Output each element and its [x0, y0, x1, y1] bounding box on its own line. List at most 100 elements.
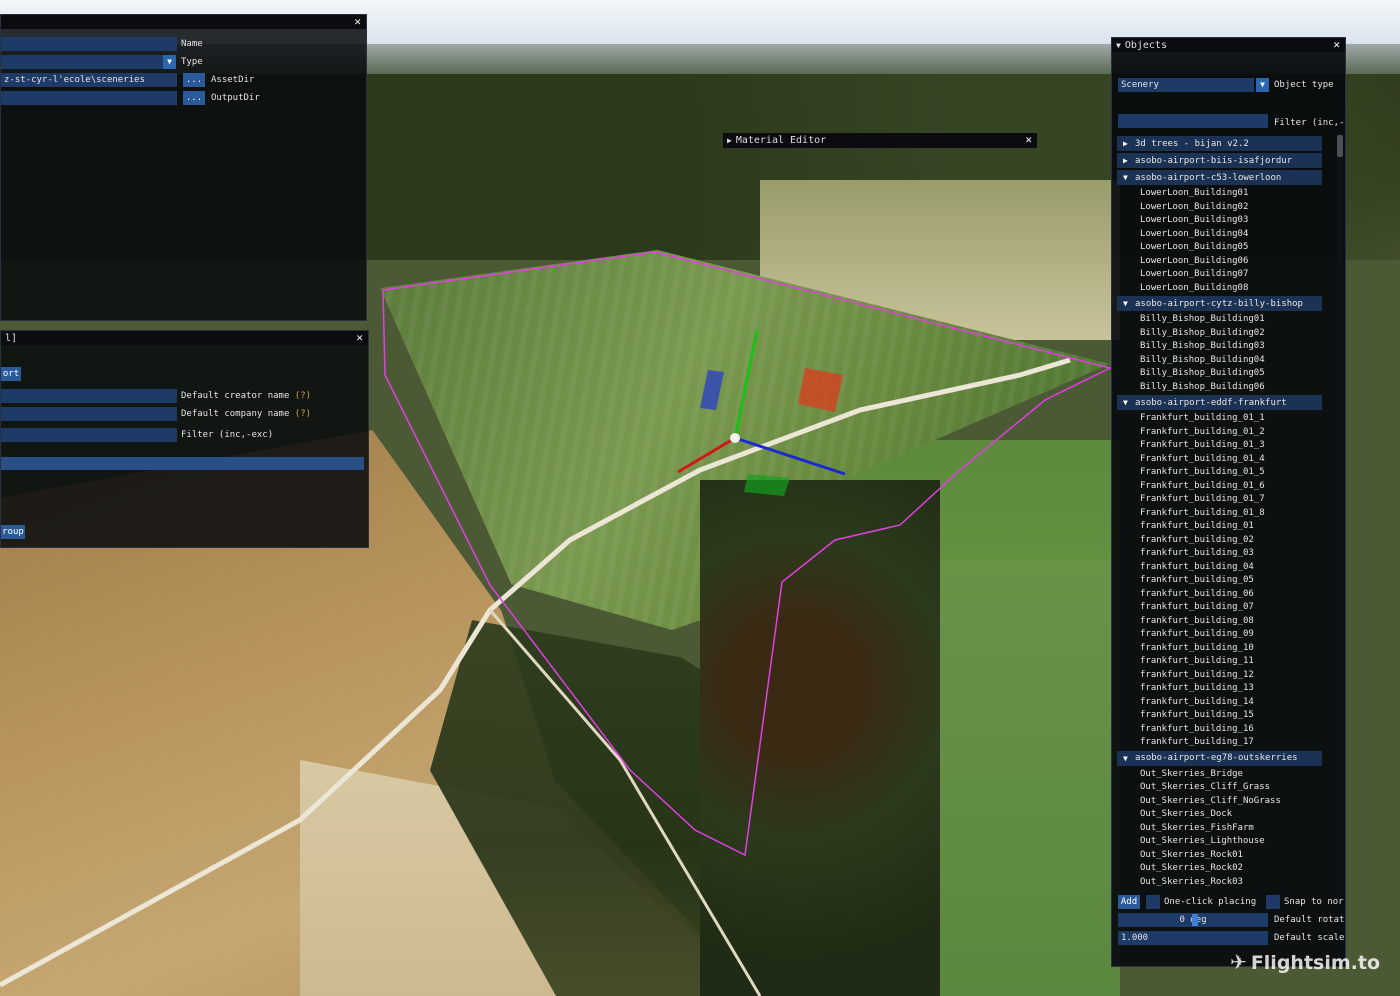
- gizmo-plane-xz[interactable]: [744, 474, 790, 496]
- export-button[interactable]: ort: [1, 367, 21, 381]
- tree-item[interactable]: Out_Skerries_Rock03: [1117, 876, 1339, 890]
- tree-item[interactable]: frankfurt_building_14: [1117, 696, 1339, 710]
- tree-item[interactable]: frankfurt_building_12: [1117, 669, 1339, 683]
- tree-scrollbar[interactable]: [1337, 135, 1343, 890]
- tree-item[interactable]: frankfurt_building_09: [1117, 628, 1339, 642]
- tree-item[interactable]: Frankfurt_building_01_4: [1117, 453, 1339, 467]
- selected-list-row[interactable]: [1, 457, 364, 470]
- tree-item[interactable]: LowerLoon_Building08: [1117, 282, 1339, 296]
- tree-item[interactable]: Frankfurt_building_01_1: [1117, 412, 1339, 426]
- tree-item[interactable]: frankfurt_building_17: [1117, 736, 1339, 750]
- tree-item[interactable]: frankfurt_building_15: [1117, 709, 1339, 723]
- close-icon[interactable]: ✕: [354, 15, 361, 28]
- tree-item[interactable]: LowerLoon_Building02: [1117, 201, 1339, 215]
- close-icon[interactable]: ✕: [356, 331, 363, 344]
- gizmo-plane-yz[interactable]: [700, 370, 724, 410]
- expanded-icon[interactable]: ▼: [1123, 398, 1135, 407]
- tree-item[interactable]: Out_Skerries_Cliff_NoGrass: [1117, 795, 1339, 809]
- snap-checkbox[interactable]: [1266, 895, 1280, 909]
- tree-group-header[interactable]: ▶ 3d trees - bijan v2.2: [1117, 136, 1322, 151]
- objects-window[interactable]: ▼ Objects ✕ Scenery ▼ Object type Filter…: [1111, 37, 1346, 967]
- tree-item[interactable]: Out_Skerries_Rock01: [1117, 849, 1339, 863]
- tree-item[interactable]: Billy_Bishop_Building06: [1117, 381, 1339, 395]
- name-field[interactable]: [1, 37, 177, 51]
- tree-group-header[interactable]: ▼ asobo-airport-eddf-frankfurt: [1117, 395, 1322, 410]
- one-click-checkbox[interactable]: [1146, 895, 1160, 909]
- tree-item[interactable]: Billy_Bishop_Building04: [1117, 354, 1339, 368]
- tree-item[interactable]: frankfurt_building_07: [1117, 601, 1339, 615]
- tree-item[interactable]: Billy_Bishop_Building05: [1117, 367, 1339, 381]
- rotation-slider-grab[interactable]: [1192, 914, 1198, 926]
- tree-group-header[interactable]: ▼ asobo-airport-c53-lowerloon: [1117, 170, 1322, 185]
- tree-group-header[interactable]: ▶ asobo-airport-biis-isafjordur: [1117, 153, 1322, 168]
- tree-item[interactable]: Out_Skerries_Rock02: [1117, 862, 1339, 876]
- window-titlebar[interactable]: ✕: [1, 15, 366, 29]
- expanded-icon[interactable]: ▼: [1123, 299, 1135, 308]
- expanded-icon[interactable]: ▼: [1123, 173, 1135, 182]
- tree-item[interactable]: frankfurt_building_13: [1117, 682, 1339, 696]
- scale-input[interactable]: 1.000: [1118, 931, 1268, 945]
- tree-item[interactable]: frankfurt_building_11: [1117, 655, 1339, 669]
- tree-item[interactable]: Out_Skerries_FishFarm: [1117, 822, 1339, 836]
- tree-item[interactable]: Out_Skerries_Dock: [1117, 808, 1339, 822]
- tree-item[interactable]: Frankfurt_building_01_6: [1117, 480, 1339, 494]
- tree-item[interactable]: Frankfurt_building_01_8: [1117, 507, 1339, 521]
- tree-item[interactable]: LowerLoon_Building04: [1117, 228, 1339, 242]
- tree-group-header[interactable]: ▼ asobo-airport-eg78-outskerries: [1117, 750, 1322, 766]
- tree-item[interactable]: Out_Skerries_Bridge: [1117, 768, 1339, 782]
- tree-item[interactable]: frankfurt_building_06: [1117, 588, 1339, 602]
- output-dir-input[interactable]: [1, 91, 177, 105]
- tree-item[interactable]: frankfurt_building_04: [1117, 561, 1339, 575]
- filter-input[interactable]: [1, 428, 177, 442]
- tree-item[interactable]: frankfurt_building_16: [1117, 723, 1339, 737]
- add-button[interactable]: Add: [1118, 895, 1140, 909]
- project-window[interactable]: l] ✕ ort Default creator name (?) Defaul…: [0, 330, 369, 548]
- chevron-down-icon[interactable]: ▼: [1256, 78, 1269, 92]
- tree-item[interactable]: frankfurt_building_03: [1117, 547, 1339, 561]
- gizmo-center[interactable]: [730, 433, 740, 443]
- object-type-select[interactable]: Scenery: [1118, 78, 1254, 92]
- window-titlebar[interactable]: ▶ Material Editor ✕: [723, 133, 1037, 148]
- tree-item[interactable]: LowerLoon_Building01: [1117, 187, 1339, 201]
- tree-item[interactable]: LowerLoon_Building07: [1117, 268, 1339, 282]
- tree-scrollbar-thumb[interactable]: [1337, 135, 1343, 157]
- gizmo-z-axis[interactable]: [734, 436, 846, 476]
- tree-item[interactable]: LowerLoon_Building03: [1117, 214, 1339, 228]
- objects-filter-input[interactable]: [1118, 114, 1268, 128]
- creator-name-input[interactable]: [1, 389, 177, 403]
- asset-dir-browse-button[interactable]: ...: [183, 73, 205, 87]
- company-name-input[interactable]: [1, 407, 177, 421]
- tree-item[interactable]: frankfurt_building_10: [1117, 642, 1339, 656]
- gizmo-plane-xy[interactable]: [798, 368, 843, 412]
- tree-item[interactable]: Frankfurt_building_01_7: [1117, 493, 1339, 507]
- collapsed-icon[interactable]: ▶: [1123, 139, 1135, 148]
- type-select[interactable]: [1, 55, 163, 69]
- tree-item[interactable]: Frankfurt_building_01_2: [1117, 426, 1339, 440]
- tree-group-header[interactable]: ▼ asobo-airport-cytz-billy-bishop: [1117, 296, 1322, 311]
- tree-item[interactable]: Billy_Bishop_Building02: [1117, 327, 1339, 341]
- tree-item[interactable]: Billy_Bishop_Building01: [1117, 313, 1339, 327]
- tree-item[interactable]: frankfurt_building_08: [1117, 615, 1339, 629]
- tree-item[interactable]: LowerLoon_Building06: [1117, 255, 1339, 269]
- material-editor-window[interactable]: ▶ Material Editor ✕: [723, 133, 1037, 148]
- group-button[interactable]: roup: [1, 525, 25, 539]
- tree-item[interactable]: Out_Skerries_Lighthouse: [1117, 835, 1339, 849]
- tree-item[interactable]: Billy_Bishop_Building03: [1117, 340, 1339, 354]
- output-dir-browse-button[interactable]: ...: [183, 91, 205, 105]
- expanded-icon[interactable]: ▼: [1123, 754, 1135, 763]
- tree-item[interactable]: Out_Skerries_Cliff_Grass: [1117, 781, 1339, 795]
- asset-dir-input[interactable]: z-st-cyr-l'ecole\sceneries: [1, 73, 177, 87]
- window-titlebar[interactable]: ▼ Objects ✕: [1112, 38, 1345, 52]
- chevron-down-icon[interactable]: ▼: [163, 55, 176, 69]
- tree-item[interactable]: frankfurt_building_01: [1117, 520, 1339, 534]
- expanded-icon[interactable]: ▼: [1116, 41, 1121, 50]
- close-icon[interactable]: ✕: [1025, 133, 1032, 146]
- help-icon[interactable]: (?): [295, 391, 311, 401]
- tree-item[interactable]: frankfurt_building_05: [1117, 574, 1339, 588]
- collapsed-icon[interactable]: ▶: [1123, 156, 1135, 165]
- tree-item[interactable]: Frankfurt_building_01_3: [1117, 439, 1339, 453]
- window-titlebar[interactable]: l] ✕: [1, 331, 368, 345]
- selection-polygon[interactable]: [382, 251, 1113, 857]
- tree-item[interactable]: Frankfurt_building_01_5: [1117, 466, 1339, 480]
- help-icon[interactable]: (?): [295, 409, 311, 419]
